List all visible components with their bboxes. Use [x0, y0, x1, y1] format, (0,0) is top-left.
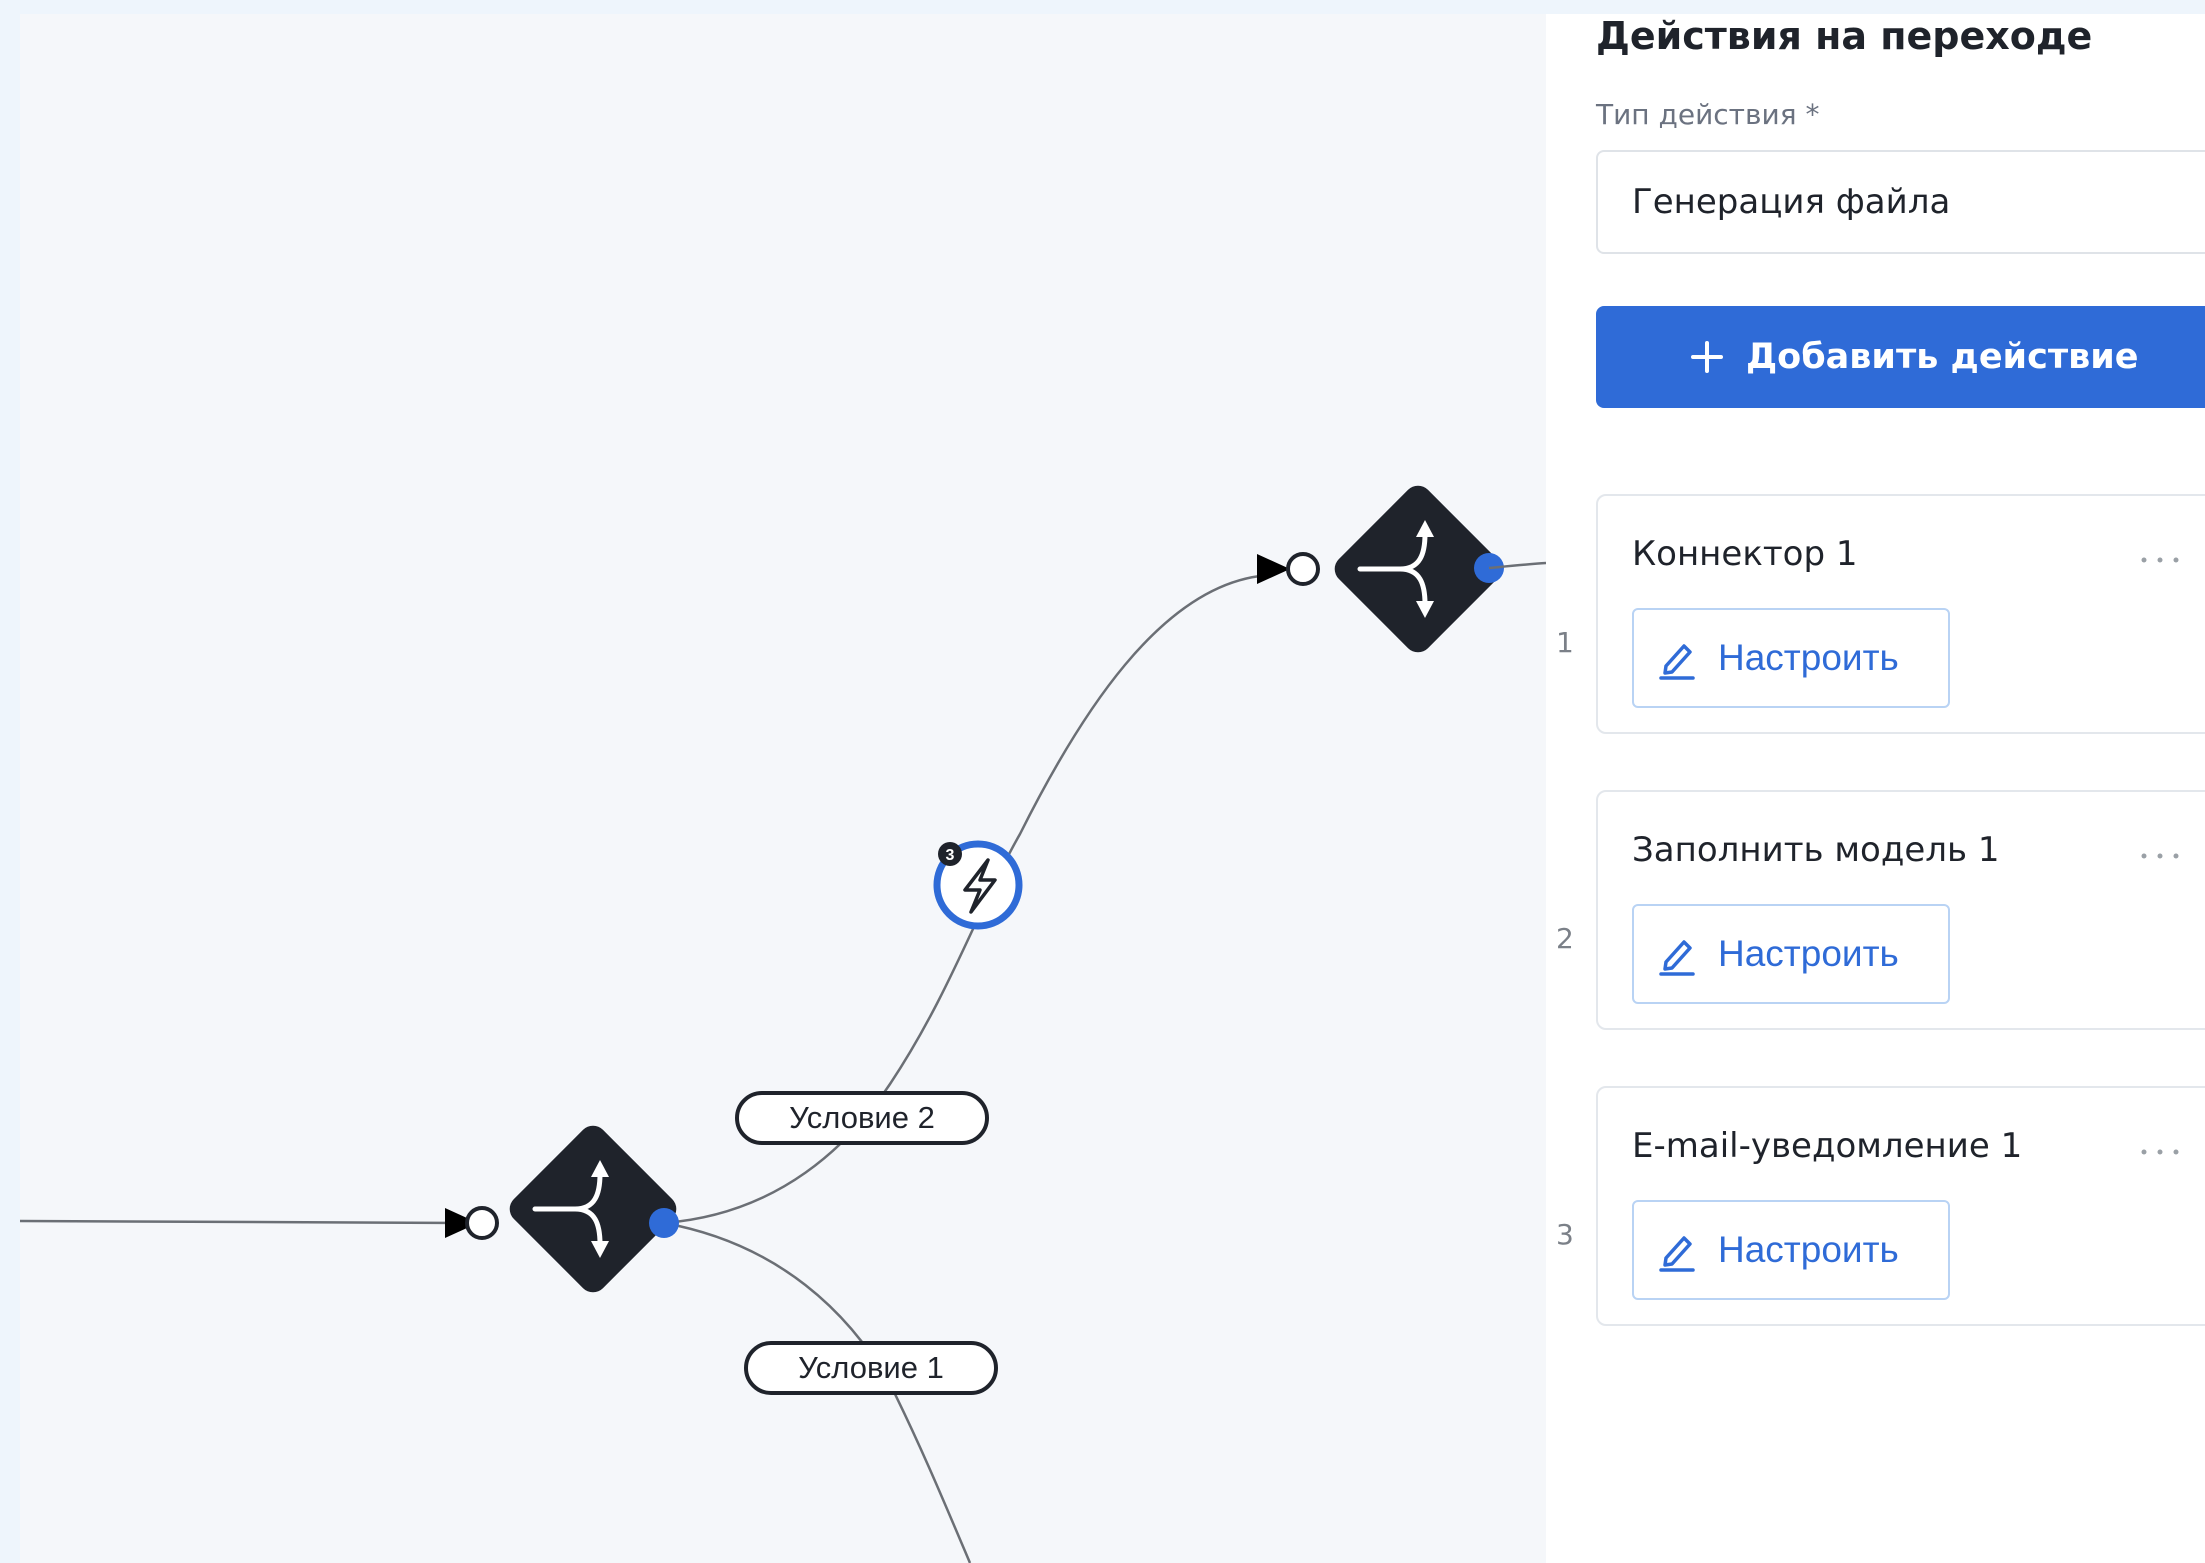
action-type-select[interactable]: Генерация файла: [1596, 150, 2205, 254]
configure-button[interactable]: Настроить: [1632, 904, 1950, 1004]
action-name: Коннектор 1: [1632, 534, 1858, 574]
action-type-value: Генерация файла: [1632, 182, 1951, 222]
decision-node-lower[interactable]: [504, 1120, 682, 1298]
more-icon[interactable]: [2138, 550, 2182, 569]
action-index: 2: [1556, 922, 1574, 955]
add-action-button[interactable]: Добавить действие: [1596, 306, 2205, 408]
pencil-icon: [1658, 636, 1696, 689]
configure-label: Настроить: [1718, 933, 1899, 974]
arrowhead-icon: [1257, 554, 1290, 584]
event-badge-count: 3: [946, 847, 955, 864]
action-card-fill-model: Заполнить модель 1 Настроить: [1596, 790, 2205, 1030]
action-card-connector: Коннектор 1 Настроить: [1596, 494, 2205, 734]
input-port[interactable]: [1286, 552, 1320, 586]
incoming-edge: [20, 1219, 466, 1225]
pencil-icon: [1658, 1228, 1696, 1281]
action-index: 1: [1556, 626, 1574, 659]
configure-label: Настроить: [1718, 637, 1899, 678]
configure-label: Настроить: [1718, 1229, 1899, 1270]
configure-button[interactable]: Настроить: [1632, 1200, 1950, 1300]
add-action-label: Добавить действие: [1746, 337, 2139, 377]
configure-button[interactable]: Настроить: [1632, 608, 1950, 708]
input-port[interactable]: [465, 1206, 499, 1240]
action-name: E-mail-уведомление 1: [1632, 1126, 2023, 1166]
condition-label-2[interactable]: Условие 2: [735, 1091, 989, 1145]
transition-actions-panel: Действия на переходе Тип действия * Гене…: [1546, 14, 2205, 1563]
action-type-label: Тип действия *: [1596, 98, 1820, 131]
workflow-canvas[interactable]: 3 Условие 2 Условие 1: [20, 14, 1546, 1563]
more-icon[interactable]: [2138, 846, 2182, 865]
plus-icon: [1690, 340, 1724, 383]
action-index: 3: [1556, 1218, 1574, 1251]
event-node[interactable]: 3: [933, 840, 1023, 930]
workflow-graph: 3: [20, 485, 1546, 1563]
output-port[interactable]: [649, 1208, 679, 1238]
panel-title: Действия на переходе: [1596, 14, 2093, 58]
pencil-icon: [1658, 932, 1696, 985]
action-card-email: E-mail-уведомление 1 Настроить: [1596, 1086, 2205, 1326]
condition-label-1[interactable]: Условие 1: [744, 1341, 998, 1395]
action-name: Заполнить модель 1: [1632, 830, 2000, 870]
app-frame: 3 Условие 2 Условие 1 Действия на перехо…: [0, 0, 2205, 1563]
more-icon[interactable]: [2138, 1142, 2182, 1161]
